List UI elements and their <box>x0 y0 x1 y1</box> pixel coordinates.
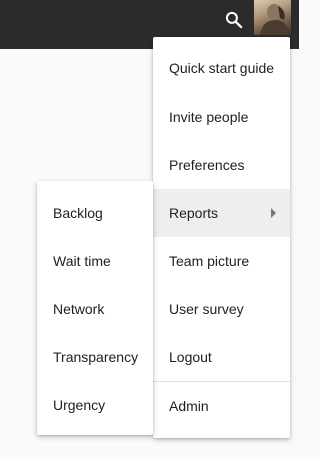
menu-item-label: Preferences <box>169 157 245 173</box>
menu-item-quick-start-guide[interactable]: Quick start guide <box>153 44 290 92</box>
submenu-item-network[interactable]: Network <box>37 285 153 333</box>
menu-item-label: Reports <box>169 205 219 221</box>
menu-item-label: Logout <box>169 349 212 365</box>
menu-item-admin[interactable]: Admin <box>153 382 290 430</box>
menu-item-label: Team picture <box>169 253 250 269</box>
search-button[interactable] <box>222 8 246 32</box>
reports-submenu: Backlog Wait time Network Transparency U… <box>37 181 153 435</box>
menu-item-label: Admin <box>169 398 209 414</box>
submenu-item-transparency[interactable]: Transparency <box>37 333 153 381</box>
submenu-item-label: Urgency <box>53 397 106 413</box>
menu-item-label: Quick start guide <box>169 60 275 76</box>
submenu-item-wait-time[interactable]: Wait time <box>37 237 153 285</box>
user-avatar[interactable] <box>254 0 291 35</box>
submenu-item-label: Wait time <box>53 253 111 269</box>
submenu-item-label: Transparency <box>53 349 139 365</box>
menu-item-team-picture[interactable]: Team picture <box>153 237 290 285</box>
chevron-right-icon <box>271 208 276 218</box>
search-icon <box>225 11 243 29</box>
submenu-item-label: Backlog <box>53 205 103 221</box>
submenu-item-label: Network <box>53 301 105 317</box>
menu-item-logout[interactable]: Logout <box>153 333 290 381</box>
menu-item-preferences[interactable]: Preferences <box>153 141 290 189</box>
menu-item-invite-people[interactable]: Invite people <box>153 93 290 141</box>
menu-item-reports[interactable]: Reports <box>153 189 290 237</box>
submenu-item-urgency[interactable]: Urgency <box>37 381 153 429</box>
menu-item-user-survey[interactable]: User survey <box>153 285 290 333</box>
account-menu: Quick start guide Invite people Preferen… <box>153 37 290 438</box>
avatar-image <box>260 4 289 35</box>
menu-item-label: User survey <box>169 301 244 317</box>
submenu-item-backlog[interactable]: Backlog <box>37 189 153 237</box>
menu-item-label: Invite people <box>169 109 249 125</box>
